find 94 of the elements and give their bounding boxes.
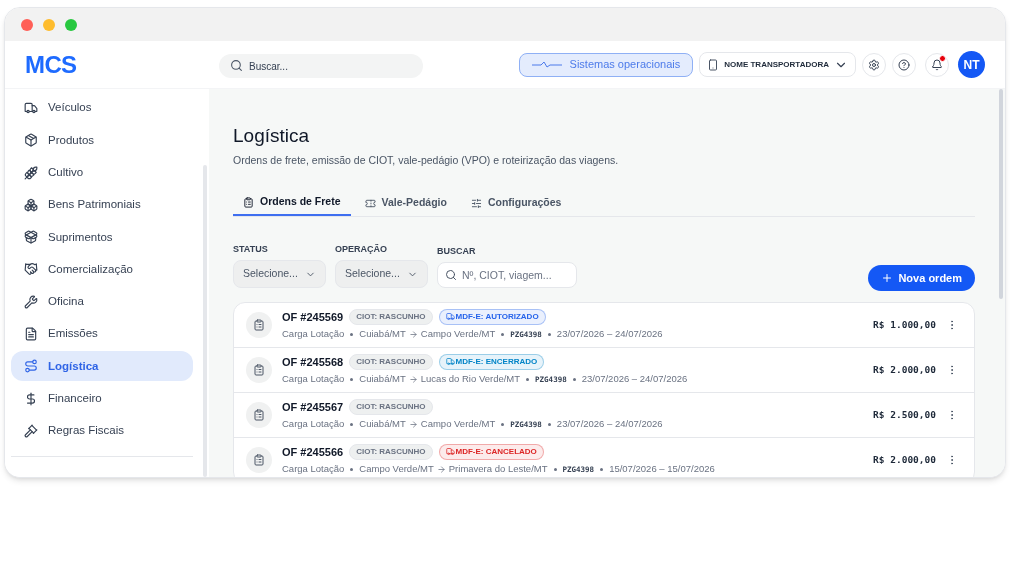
cargo-type: Carga Lotação — [282, 462, 345, 477]
trip-dates: 15/07/2026 – 15/07/2026 — [609, 462, 715, 477]
cargo-type: Carga Lotação — [282, 327, 345, 342]
arrow-right-icon — [408, 374, 418, 384]
device-icon — [707, 58, 720, 71]
sidebar-item[interactable]: Regras Fiscais — [11, 415, 193, 446]
sidebar-item[interactable]: Veículos — [11, 93, 193, 123]
order-amount: R$ 2.000,00 — [873, 362, 936, 377]
route-destination: Campo Verde/MT — [420, 327, 496, 342]
ciot-status: CIOT: RASCUNHO — [349, 443, 433, 460]
open-box-icon — [24, 230, 38, 245]
settings-icon — [868, 58, 880, 71]
route-origin: Cuiabá/MT — [359, 417, 406, 432]
document-icon — [24, 327, 38, 342]
arrow-right-icon — [408, 329, 418, 339]
pulse-icon — [531, 60, 562, 69]
wrench-icon — [24, 294, 38, 309]
mdfe-status: MDF-E: AUTORIZADO — [438, 308, 546, 325]
sidebar-item[interactable]: Suprimentos — [11, 222, 193, 253]
plus-icon — [881, 272, 894, 284]
ticket-icon — [364, 197, 376, 209]
order-number: OF #245567 — [282, 399, 344, 415]
truck-icon — [445, 357, 455, 367]
sidebar-item[interactable]: Financeiro — [11, 383, 193, 414]
search-field[interactable]: Nº, CIOT, viagem... — [437, 262, 577, 288]
page-subtitle: Ordens de frete, emissão de CIOT, vale-pedágio (VPO) e roteirização das viagens. — [233, 152, 620, 168]
tab[interactable]: Vale-Pedágio — [354, 190, 457, 216]
sidebar-item[interactable]: Cultivo — [11, 157, 193, 188]
route-destination: Campo Verde/MT — [420, 417, 496, 432]
sidebar-item[interactable]: Produtos — [11, 125, 193, 156]
gavel-icon — [24, 423, 38, 438]
order-number: OF #245568 — [282, 354, 344, 370]
sliders-icon — [470, 197, 482, 209]
select-field[interactable]: Selecione... — [335, 260, 428, 288]
sidebar-item[interactable]: Oficina — [11, 286, 193, 317]
truck-icon — [24, 101, 38, 115]
search-icon — [445, 269, 457, 281]
search-field[interactable]: Buscar... — [219, 54, 423, 78]
truck-icon — [445, 447, 455, 457]
filter-label: OPERAÇÃO — [335, 242, 388, 256]
arrow-right-icon — [436, 464, 446, 474]
sidebar-item[interactable]: Emissões — [11, 319, 193, 350]
close-window-icon[interactable] — [21, 18, 33, 31]
route-icon — [24, 359, 38, 374]
clipboard-icon — [246, 447, 272, 473]
help-icon — [898, 58, 910, 71]
handshake-icon — [24, 262, 38, 277]
route-origin: Cuiabá/MT — [359, 372, 406, 387]
select-field[interactable]: Selecione... — [233, 260, 326, 288]
cargo-type: Carga Lotação — [282, 372, 345, 387]
order-number: OF #245566 — [282, 444, 344, 460]
boxes-icon — [24, 197, 38, 212]
logo[interactable]: MCS — [25, 50, 77, 78]
clipboard-icon — [246, 357, 272, 383]
ciot-status: CIOT: RASCUNHO — [349, 353, 433, 370]
clipboard-icon — [246, 312, 272, 338]
mdfe-status: MDF-E: ENCERRADO — [438, 353, 545, 370]
arrow-right-icon — [408, 419, 418, 429]
ciot-status: CIOT: RASCUNHO — [349, 308, 433, 325]
sidebar-item[interactable]: Comercialização — [11, 254, 193, 285]
order-number: OF #245569 — [282, 309, 344, 325]
trip-dates: 23/07/2026 – 24/07/2026 — [556, 417, 663, 432]
new-order-button[interactable]: Nova ordem — [868, 265, 975, 291]
route-origin: Cuiabá/MT — [359, 327, 406, 342]
tab[interactable]: Configurações — [460, 190, 572, 216]
trip-dates: 23/07/2026 – 24/07/2026 — [581, 372, 688, 387]
status-button[interactable]: Sistemas operacionais — [518, 52, 694, 77]
clipboard-icon — [246, 402, 272, 428]
bell-icon — [931, 58, 943, 71]
sidebar-item[interactable]: Bens Patrimoniais — [11, 189, 193, 220]
search-icon — [230, 58, 243, 72]
trip-dates: 23/07/2026 – 24/07/2026 — [556, 327, 663, 342]
filter-label: BUSCAR — [437, 244, 477, 258]
user-avatar[interactable]: NT — [958, 51, 985, 78]
page-title: Logística — [233, 124, 311, 148]
order-amount: R$ 1.000,00 — [873, 317, 936, 332]
order-amount: R$ 2.500,00 — [873, 407, 936, 422]
package-icon — [24, 133, 38, 148]
filter-label: STATUS — [233, 242, 269, 256]
company-selector[interactable]: NOME TRANSPORTADORA — [699, 52, 856, 77]
route-destination: Primavera do Leste/MT — [448, 462, 548, 477]
route-origin: Campo Verde/MT — [359, 462, 434, 477]
order-amount: R$ 2.000,00 — [873, 452, 936, 467]
dollar-icon — [24, 391, 38, 406]
cargo-type: Carga Lotação — [282, 417, 345, 432]
clipboard-icon — [243, 196, 254, 208]
truck-icon — [445, 312, 455, 322]
ciot-status: CIOT: RASCUNHO — [349, 398, 433, 415]
mdfe-status: MDF-E: CANCELADO — [438, 443, 544, 460]
wheat-icon — [24, 165, 38, 180]
tab[interactable]: Ordens de Frete — [233, 190, 351, 216]
route-destination: Lucas do Rio Verde/MT — [420, 372, 521, 387]
main-scrollbar[interactable] — [999, 89, 1003, 299]
sidebar-item[interactable]: Logística — [11, 351, 193, 382]
